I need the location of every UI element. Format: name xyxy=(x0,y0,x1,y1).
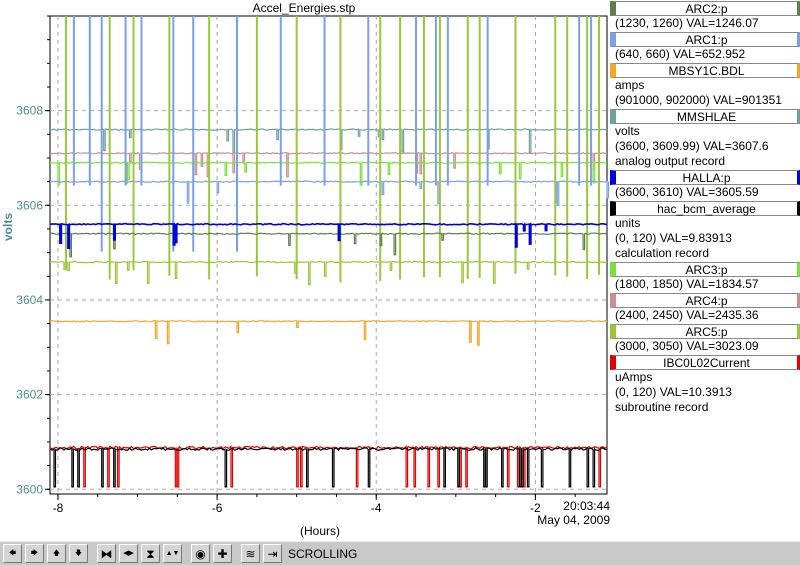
toolbar-separator xyxy=(182,544,188,563)
legend-series-name: ARC2:p xyxy=(610,1,800,16)
latest-icon: ⇥ xyxy=(267,546,278,561)
timestamp-label: 20:03:44 xyxy=(563,499,610,513)
autoscale-icon: ≋ xyxy=(245,546,256,561)
right-arrow-icon: 🡆 xyxy=(30,550,39,557)
zoom-out-vertical-icon: ▲▼ xyxy=(165,550,180,557)
y-tick-label: 3608 xyxy=(16,104,43,118)
legend-record-type: calculation record xyxy=(615,246,710,260)
legend-range-value: (3600, 3610) VAL=3605.59 xyxy=(615,185,759,199)
add-icon: ✚ xyxy=(217,546,228,561)
mode-label: SCROLLING xyxy=(288,546,358,561)
legend-series-name: ARC1:p xyxy=(610,32,800,47)
down-arrow-button[interactable]: 🡇 xyxy=(69,544,88,563)
legend-item[interactable]: ARC5:p (3000, 3050) VAL=3023.09 xyxy=(610,324,800,354)
legend-item[interactable]: ARC2:p (1230, 1260) VAL=1246.07 xyxy=(610,1,800,31)
x-tick-label: -8 xyxy=(53,501,64,515)
legend-unit: units xyxy=(615,216,641,230)
zoom-in-horizontal-button[interactable]: ⧓ xyxy=(97,544,116,563)
legend-series-name: ARC3:p xyxy=(610,262,800,277)
add-button[interactable]: ✚ xyxy=(213,544,232,563)
left-arrow-button[interactable]: 🡄 xyxy=(3,544,22,563)
y-tick-label: 3600 xyxy=(16,482,43,496)
legend-series-name: MMSHLAE xyxy=(610,109,800,124)
zoom-in-vertical-icon: ⧗ xyxy=(146,546,155,561)
zoom-out-vertical-button[interactable]: ▲▼ xyxy=(163,544,182,563)
zoom-out-horizontal-icon: ◀▶ xyxy=(123,550,134,557)
legend-series-name: ARC5:p xyxy=(610,324,800,339)
legend-range-value: (640, 660) VAL=652.952 xyxy=(615,47,746,61)
x-tick-label: -4 xyxy=(371,501,382,515)
up-arrow-button[interactable]: 🡅 xyxy=(47,544,66,563)
zoom-in-vertical-button[interactable]: ⧗ xyxy=(141,544,160,563)
date-label: May 04, 2009 xyxy=(537,513,610,527)
toolbar: 🡄 🡆 🡅 🡇 ⧓ ◀▶ ⧗ ▲▼ ◉ ✚ ≋ ⇥ SCROLLING xyxy=(0,541,800,565)
legend-series-name: HALLA:p xyxy=(610,170,800,185)
legend-item[interactable]: MBSY1C.BDL amps (901000, 902000) VAL=90135… xyxy=(610,63,800,108)
left-arrow-icon: 🡄 xyxy=(8,550,17,557)
legend-unit: uAmps xyxy=(615,370,653,384)
legend-unit: volts xyxy=(615,124,640,138)
reset-icon: ◉ xyxy=(195,546,206,561)
legend-range-value: (0, 120) VAL=9.83913 xyxy=(615,231,732,245)
x-tick-label: -6 xyxy=(212,501,223,515)
legend-series-name: ARC4:p xyxy=(610,293,800,308)
legend-record-type: subroutine record xyxy=(615,400,709,414)
y-tick-label: 3602 xyxy=(16,388,43,402)
down-arrow-icon: 🡇 xyxy=(74,550,83,557)
legend: ARC2:p (1230, 1260) VAL=1246.07 ARC1:p (640… xyxy=(610,0,800,415)
legend-item[interactable]: ARC1:p (640, 660) VAL=652.952 xyxy=(610,32,800,62)
toolbar-separator xyxy=(88,544,94,563)
legend-range-value: (0, 120) VAL=10.3913 xyxy=(615,385,732,399)
right-arrow-button[interactable]: 🡆 xyxy=(25,544,44,563)
legend-range-value: (3600, 3609.99) VAL=3607.6 xyxy=(615,139,769,153)
legend-unit: amps xyxy=(615,78,645,92)
legend-range-value: (1230, 1260) VAL=1246.07 xyxy=(615,16,759,30)
legend-range-value: (2400, 2450) VAL=2435.36 xyxy=(615,308,759,322)
legend-range-value: (901000, 902000) VAL=901351 xyxy=(615,93,782,107)
legend-item[interactable]: IBC0L02Current uAmps (0, 120) VAL=10.3913 s… xyxy=(610,355,800,415)
y-tick-label: 3604 xyxy=(16,293,43,307)
legend-record-type: analog output record xyxy=(615,154,726,168)
legend-item[interactable]: HALLA:p (3600, 3610) VAL=3605.59 xyxy=(610,170,800,200)
legend-series-name: MBSY1C.BDL xyxy=(610,63,800,78)
legend-range-value: (3000, 3050) VAL=3023.09 xyxy=(615,339,759,353)
zoom-out-horizontal-button[interactable]: ◀▶ xyxy=(119,544,138,563)
legend-series-name: hac_bcm_average xyxy=(610,201,800,216)
zoom-in-horizontal-icon: ⧓ xyxy=(100,546,113,561)
toolbar-separator xyxy=(232,544,238,563)
autoscale-button[interactable]: ≋ xyxy=(241,544,260,563)
legend-item[interactable]: ARC3:p (1800, 1850) VAL=1834.57 xyxy=(610,262,800,292)
legend-item[interactable]: hac_bcm_average units (0, 120) VAL=9.83913… xyxy=(610,201,800,261)
up-arrow-icon: 🡅 xyxy=(52,550,61,557)
x-axis-label: (Hours) xyxy=(300,524,341,538)
y-tick-label: 3606 xyxy=(16,198,43,212)
reset-button[interactable]: ◉ xyxy=(191,544,210,563)
legend-item[interactable]: MMSHLAE volts (3600, 3609.99) VAL=3607.6 an… xyxy=(610,109,800,169)
latest-button[interactable]: ⇥ xyxy=(263,544,282,563)
legend-item[interactable]: ARC4:p (2400, 2450) VAL=2435.36 xyxy=(610,293,800,323)
legend-range-value: (1800, 1850) VAL=1834.57 xyxy=(615,277,759,291)
legend-series-name: IBC0L02Current xyxy=(610,355,800,370)
